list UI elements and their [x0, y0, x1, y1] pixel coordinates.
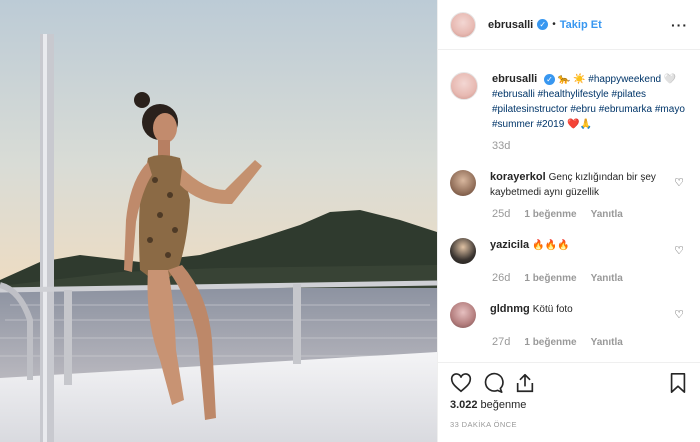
comment-body: yazicila 🔥🔥🔥: [490, 238, 660, 264]
hashtag-link[interactable]: #summer: [492, 119, 534, 130]
photo-scene: [0, 0, 437, 442]
commenter-avatar[interactable]: [450, 170, 476, 196]
hashtag-link[interactable]: #ebru: [570, 104, 596, 115]
verified-badge-icon: ✓: [544, 74, 556, 85]
comment-age: 26d: [492, 272, 511, 284]
comment-icon[interactable]: [482, 372, 504, 394]
hashtag-link[interactable]: #mayo: [655, 104, 685, 115]
reply-button[interactable]: Yanıtla: [591, 209, 623, 220]
hashtag-link[interactable]: #ebrusalli: [492, 89, 535, 100]
hashtag-link[interactable]: #happyweekend: [588, 74, 661, 85]
separator-dot: •: [552, 19, 556, 30]
post-side-panel: ebrusalli ✓ • Takip Et ··· ebrusalli ✓ 🐆…: [437, 0, 700, 442]
likes-word: beğenme: [480, 399, 527, 411]
comment-like-icon[interactable]: ♡: [674, 308, 684, 321]
post-actions: 3.022 beğenme 33 DAKİKA ÖNCE: [438, 362, 700, 435]
hashtag-link[interactable]: #pilatesinstructor: [492, 104, 568, 115]
more-options-icon[interactable]: ···: [671, 17, 688, 33]
verified-badge-icon: ✓: [537, 19, 549, 30]
author-username[interactable]: ebrusalli: [488, 19, 533, 31]
reply-button[interactable]: Yanıtla: [591, 273, 623, 284]
follow-button[interactable]: Takip Et: [560, 19, 602, 31]
post-time-ago: 33 DAKİKA ÖNCE: [450, 420, 517, 429]
caption-fragment: 🤍: [661, 74, 677, 85]
caption-fragment: 🐆 ☀️: [557, 74, 589, 85]
comments-list: korayerkol Genç kızlığından bir şey kaybe…: [450, 170, 688, 348]
comment-likes-button[interactable]: 1 beğenme: [524, 209, 576, 220]
comment-like-icon[interactable]: ♡: [674, 244, 684, 257]
comment-age: 25d: [492, 208, 511, 220]
heart-icon[interactable]: [450, 372, 472, 394]
caption-meta: 33d: [450, 140, 688, 152]
likes-count: 3.022: [450, 399, 478, 411]
commenter-username[interactable]: korayerkol: [490, 171, 546, 183]
commenter-avatar[interactable]: [450, 302, 476, 328]
caption-username[interactable]: ebrusalli: [492, 73, 537, 85]
likes-summary[interactable]: 3.022 beğenme: [450, 399, 688, 411]
comment-meta: 25d 1 beğenme Yanıtla: [450, 208, 688, 220]
comment-text: Kötü foto: [532, 304, 573, 315]
bookmark-icon[interactable]: [668, 372, 688, 394]
author-avatar[interactable]: [450, 11, 476, 38]
comment-item: yazicila 🔥🔥🔥 ♡: [450, 238, 688, 264]
caption: ebrusalli ✓ 🐆 ☀️ #happyweekend 🤍 #ebrusa…: [450, 72, 688, 132]
caption-fragment: ❤️🙏: [564, 119, 592, 130]
comment-body: gldnmg Kötü foto: [490, 302, 660, 328]
comment-thread[interactable]: ebrusalli ✓ 🐆 ☀️ #happyweekend 🤍 #ebrusa…: [438, 60, 700, 360]
comment-item: gldnmg Kötü foto ♡: [450, 302, 688, 328]
action-bar: [450, 369, 688, 397]
commenter-username[interactable]: gldnmg: [490, 303, 530, 315]
comment-likes-button[interactable]: 1 beğenme: [524, 273, 576, 284]
reply-button[interactable]: Yanıtla: [591, 337, 623, 348]
caption-avatar[interactable]: [450, 72, 478, 100]
share-icon[interactable]: [514, 372, 536, 394]
hashtag-link[interactable]: #ebrumarka: [599, 104, 652, 115]
comment-likes-button[interactable]: 1 beğenme: [524, 337, 576, 348]
comment-like-icon[interactable]: ♡: [674, 176, 684, 189]
comment-meta: 27d 1 beğenme Yanıtla: [450, 336, 688, 348]
comment-age: 27d: [492, 336, 511, 348]
caption-text: ebrusalli ✓ 🐆 ☀️ #happyweekend 🤍 #ebrusa…: [492, 72, 688, 132]
post-header: ebrusalli ✓ • Takip Et ···: [438, 0, 700, 50]
caption-age: 33d: [492, 140, 511, 152]
hashtag-link[interactable]: #pilates: [612, 89, 646, 100]
comment-meta: 26d 1 beğenme Yanıtla: [450, 272, 688, 284]
comment-body: korayerkol Genç kızlığından bir şey kaybe…: [490, 170, 660, 200]
comment-text: 🔥🔥🔥: [532, 240, 570, 251]
commenter-username[interactable]: yazicila: [490, 239, 529, 251]
hashtag-link[interactable]: #healthylifestyle: [538, 89, 609, 100]
comment-item: korayerkol Genç kızlığından bir şey kaybe…: [450, 170, 688, 200]
post-photo[interactable]: [0, 0, 437, 442]
commenter-avatar[interactable]: [450, 238, 476, 264]
hashtag-link[interactable]: #2019: [536, 119, 564, 130]
